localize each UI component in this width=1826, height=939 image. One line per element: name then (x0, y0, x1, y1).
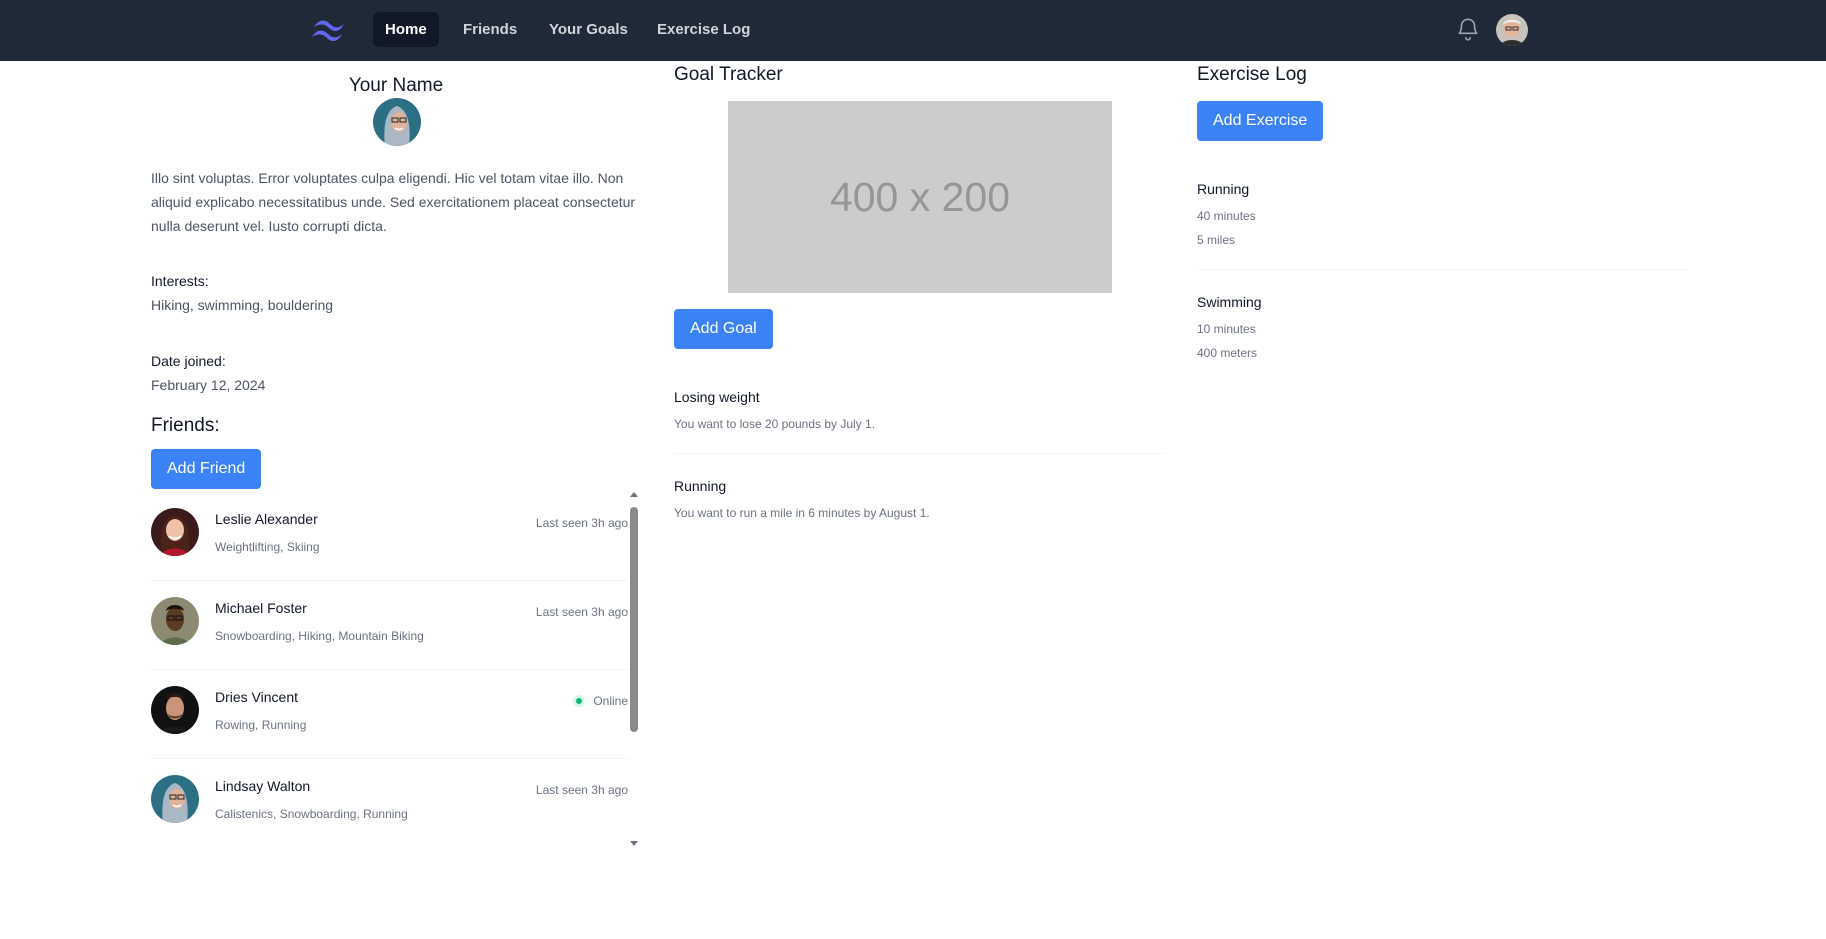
friend-status-text: Last seen 3h ago (535, 783, 628, 797)
friend-interests: Weightlifting, Skiing (215, 540, 320, 554)
exercise-duration: 10 minutes (1197, 322, 1256, 336)
friend-avatar (151, 686, 199, 734)
exercise-name: Running (1197, 181, 1250, 197)
friend-name: Dries Vincent (215, 689, 299, 705)
friends-heading: Friends: (151, 415, 220, 436)
friend-interests: Calistenics, Snowboarding, Running (215, 807, 408, 821)
scroll-down-arrow-icon[interactable] (630, 841, 638, 846)
exercise-name: Swimming (1197, 294, 1262, 310)
goal-title: Running (674, 478, 727, 494)
nav-exercise-log[interactable]: Exercise Log (645, 12, 762, 47)
friend-avatar (151, 597, 199, 645)
add-friend-button[interactable]: Add Friend (151, 449, 262, 489)
profile-name: Your Name (348, 75, 444, 96)
goal-chart-placeholder: 400 x 200 (728, 101, 1112, 293)
friend-status-text: Last seen 3h ago (535, 516, 628, 530)
friend-status: Last seen 3h ago (536, 783, 628, 797)
exercise-log-title: Exercise Log (1197, 64, 1307, 85)
nav-your-goals[interactable]: Your Goals (537, 12, 640, 47)
profile-avatar (373, 98, 421, 146)
goal-description: You want to lose 20 pounds by July 1. (674, 417, 876, 431)
friend-interests: Snowboarding, Hiking, Mountain Biking (215, 629, 424, 643)
date-joined-label: Date joined: (151, 353, 226, 369)
goal-description: You want to run a mile in 6 minutes by A… (674, 506, 930, 520)
scroll-thumb[interactable] (630, 507, 638, 732)
date-joined-value: February 12, 2024 (151, 377, 266, 393)
friend-avatar (151, 775, 199, 823)
user-avatar[interactable] (1496, 14, 1528, 46)
friend-interests: Rowing, Running (215, 718, 307, 732)
friend-status: Last seen 3h ago (536, 605, 628, 619)
nav-home[interactable]: Home (373, 12, 439, 47)
add-exercise-button[interactable]: Add Exercise (1197, 101, 1324, 141)
tailwind-logo-icon[interactable] (310, 15, 350, 45)
goal-divider (674, 453, 1164, 454)
bell-icon[interactable] (1455, 16, 1481, 42)
goal-title: Losing weight (674, 389, 760, 405)
friend-list-item[interactable]: Leslie Alexander Weightlifting, Skiing L… (151, 492, 628, 581)
friend-status-text: Last seen 3h ago (535, 605, 628, 619)
add-goal-button[interactable]: Add Goal (674, 309, 773, 349)
top-navbar: Home Friends Your Goals Exercise Log (0, 0, 1826, 61)
friend-name: Leslie Alexander (215, 511, 318, 527)
exercise-distance: 400 meters (1197, 346, 1258, 360)
online-status-icon (573, 695, 586, 707)
profile-bio: Illo sint voluptas. Error voluptates cul… (151, 170, 636, 234)
interests-value: Hiking, swimming, bouldering (151, 297, 334, 313)
friend-name: Michael Foster (215, 600, 307, 616)
friend-status: Last seen 3h ago (536, 516, 628, 530)
exercise-divider (1197, 269, 1687, 270)
goal-tracker-title: Goal Tracker (674, 64, 783, 85)
friend-list-item[interactable]: Lindsay Walton Calistenics, Snowboarding… (151, 759, 628, 844)
friend-name: Lindsay Walton (215, 778, 311, 794)
interests-label: Interests: (151, 273, 209, 289)
nav-friends[interactable]: Friends (451, 12, 529, 47)
exercise-duration: 40 minutes (1197, 209, 1256, 223)
exercise-distance: 5 miles (1197, 233, 1236, 247)
friend-list-item[interactable]: Dries Vincent Rowing, Running Online (151, 670, 628, 759)
friends-list[interactable]: Leslie Alexander Weightlifting, Skiing L… (151, 492, 628, 844)
friend-avatar (151, 508, 199, 556)
friend-list-item[interactable]: Michael Foster Snowboarding, Hiking, Mou… (151, 581, 628, 670)
friend-status: Online (573, 694, 628, 708)
scroll-up-arrow-icon[interactable] (630, 492, 638, 497)
friend-status-text: Online (593, 694, 628, 708)
friends-scrollbar[interactable] (628, 492, 639, 852)
